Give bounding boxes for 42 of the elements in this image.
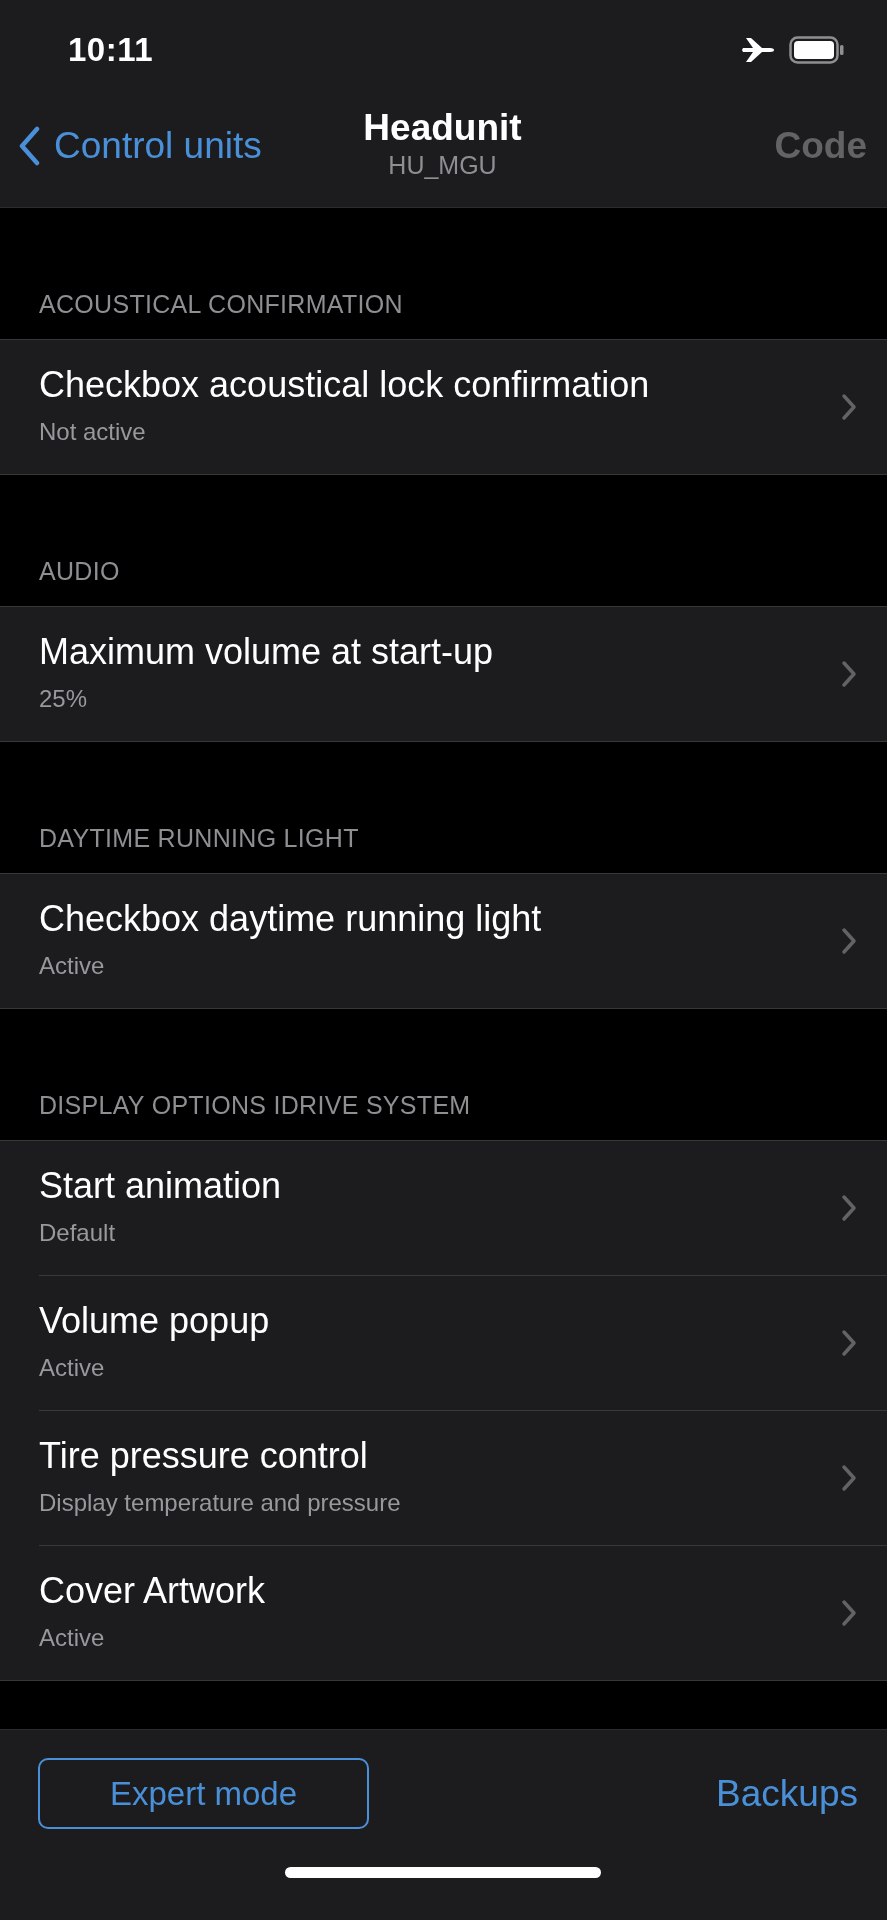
setting-value: Active	[39, 1623, 106, 1652]
settings-row[interactable]: Checkbox acoustical lock confirmation Not active	[0, 340, 887, 474]
chevron-right-icon	[841, 660, 857, 688]
chevron-right-icon	[841, 1598, 857, 1627]
chevron-right-icon	[841, 393, 857, 421]
nav-title: Headunit	[363, 106, 522, 149]
setting-value: Active	[39, 952, 106, 980]
battery-icon	[789, 35, 845, 64]
setting-title: Cover Artwork	[39, 1569, 267, 1612]
chevron-right-icon	[841, 927, 857, 955]
settings-row[interactable]: Maximum volume at start-up 25%	[0, 607, 887, 741]
chevron-right-icon	[841, 1463, 857, 1492]
setting-value: 25%	[39, 685, 89, 713]
setting-title: Tire pressure control	[39, 1434, 369, 1477]
setting-value: Display temperature and pressure	[39, 1488, 402, 1517]
setting-value: Active	[39, 1353, 106, 1382]
backups-button[interactable]: Backups	[716, 1772, 858, 1815]
home-indicator[interactable]	[285, 1867, 601, 1878]
settings-row[interactable]: Volume popup Active	[0, 1275, 887, 1410]
setting-title: Checkbox daytime running light	[39, 898, 543, 940]
setting-value: Not active	[39, 418, 147, 446]
setting-value: Default	[39, 1219, 117, 1247]
airplane-icon	[741, 35, 775, 64]
chevron-right-icon	[841, 1194, 857, 1222]
settings-row[interactable]: Tire pressure control Display temperature and pressure	[0, 1410, 887, 1545]
settings-row[interactable]: Cover Artwork Active	[0, 1545, 887, 1680]
section-header: DAYTIME RUNNING LIGHT	[39, 824, 359, 853]
settings-row[interactable]: Checkbox daytime running light Active	[0, 874, 887, 1008]
setting-title: Maximum volume at start-up	[39, 631, 495, 673]
nav-subtitle: HU_MGU	[388, 150, 497, 180]
setting-title: Start animation	[39, 1165, 283, 1207]
settings-row[interactable]: Start animation Default	[0, 1141, 887, 1275]
expert-mode-button[interactable]: Expert mode	[38, 1758, 369, 1829]
status-time: 10:11	[68, 30, 154, 69]
chevron-right-icon	[841, 1328, 857, 1357]
chevron-left-icon	[18, 126, 40, 166]
section-header: AUDIO	[39, 557, 120, 586]
section-header: ACOUSTICAL CONFIRMATION	[39, 290, 403, 319]
section-header: DISPLAY OPTIONS IDRIVE SYSTEM	[39, 1091, 471, 1120]
setting-title: Checkbox acoustical lock confirmation	[39, 364, 651, 406]
setting-title: Volume popup	[39, 1299, 271, 1342]
back-button[interactable]: Control units	[18, 125, 262, 167]
